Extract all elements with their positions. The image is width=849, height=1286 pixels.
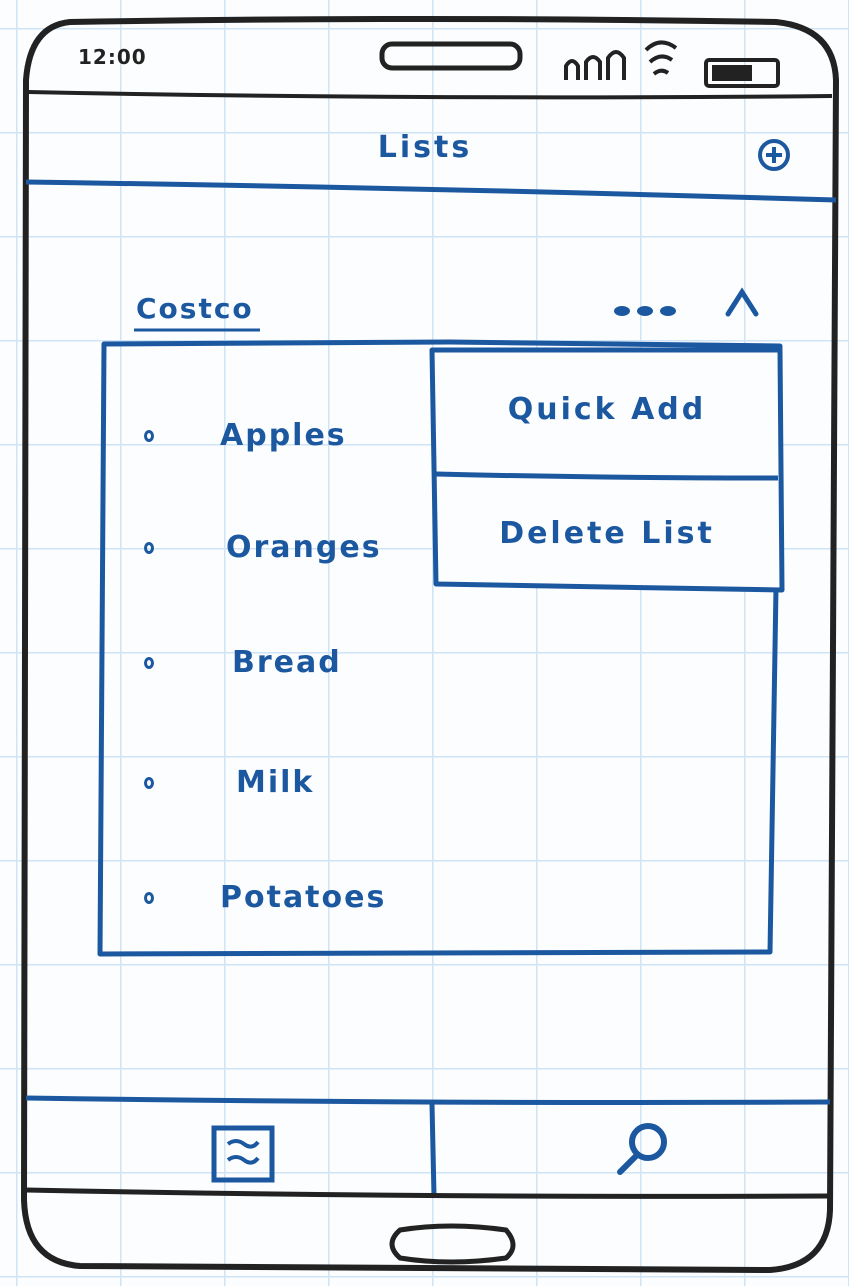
phone-frame (21, 16, 839, 1273)
context-menu-border (429, 347, 785, 593)
tab-bar-center-divider (429, 1103, 437, 1197)
list-item-label: Bread (232, 645, 342, 680)
status-time: 12:00 (78, 45, 147, 69)
tab-search[interactable] (606, 1116, 678, 1180)
more-options-button[interactable] (606, 295, 686, 325)
list-item[interactable]: Apples (140, 418, 400, 462)
bullet-icon (144, 777, 154, 789)
bullet-icon (144, 657, 154, 669)
list-item-label: Milk (236, 765, 315, 800)
tab-lists[interactable] (200, 1118, 284, 1190)
tab-bar-top-divider (25, 1095, 831, 1105)
bullet-icon (144, 542, 154, 554)
bullet-icon (144, 892, 154, 904)
list-item[interactable]: Milk (140, 765, 400, 809)
speaker-slot (379, 41, 523, 71)
list-item[interactable]: Bread (140, 645, 400, 689)
header-divider (25, 179, 837, 203)
list-name[interactable]: Costco (136, 292, 254, 325)
collapse-list-button[interactable] (720, 285, 766, 325)
add-list-button[interactable] (752, 136, 796, 176)
status-bar-divider (27, 90, 833, 100)
bullet-icon (144, 430, 154, 442)
list-item[interactable]: Potatoes (140, 880, 400, 924)
wifi-icon (644, 40, 678, 76)
list-item-label: Potatoes (220, 880, 387, 915)
tab-bar-bottom-divider (25, 1187, 831, 1199)
list-item-label: Apples (220, 418, 347, 453)
home-button[interactable] (384, 1224, 524, 1266)
page-title: Lists (377, 130, 473, 165)
signal-icon (564, 50, 626, 80)
list-item-label: Oranges (226, 530, 382, 565)
list-item[interactable]: Oranges (140, 530, 400, 574)
battery-icon (704, 58, 780, 88)
quick-add-menu-item[interactable]: Quick Add (440, 392, 774, 427)
delete-list-menu-item[interactable]: Delete List (440, 516, 774, 551)
